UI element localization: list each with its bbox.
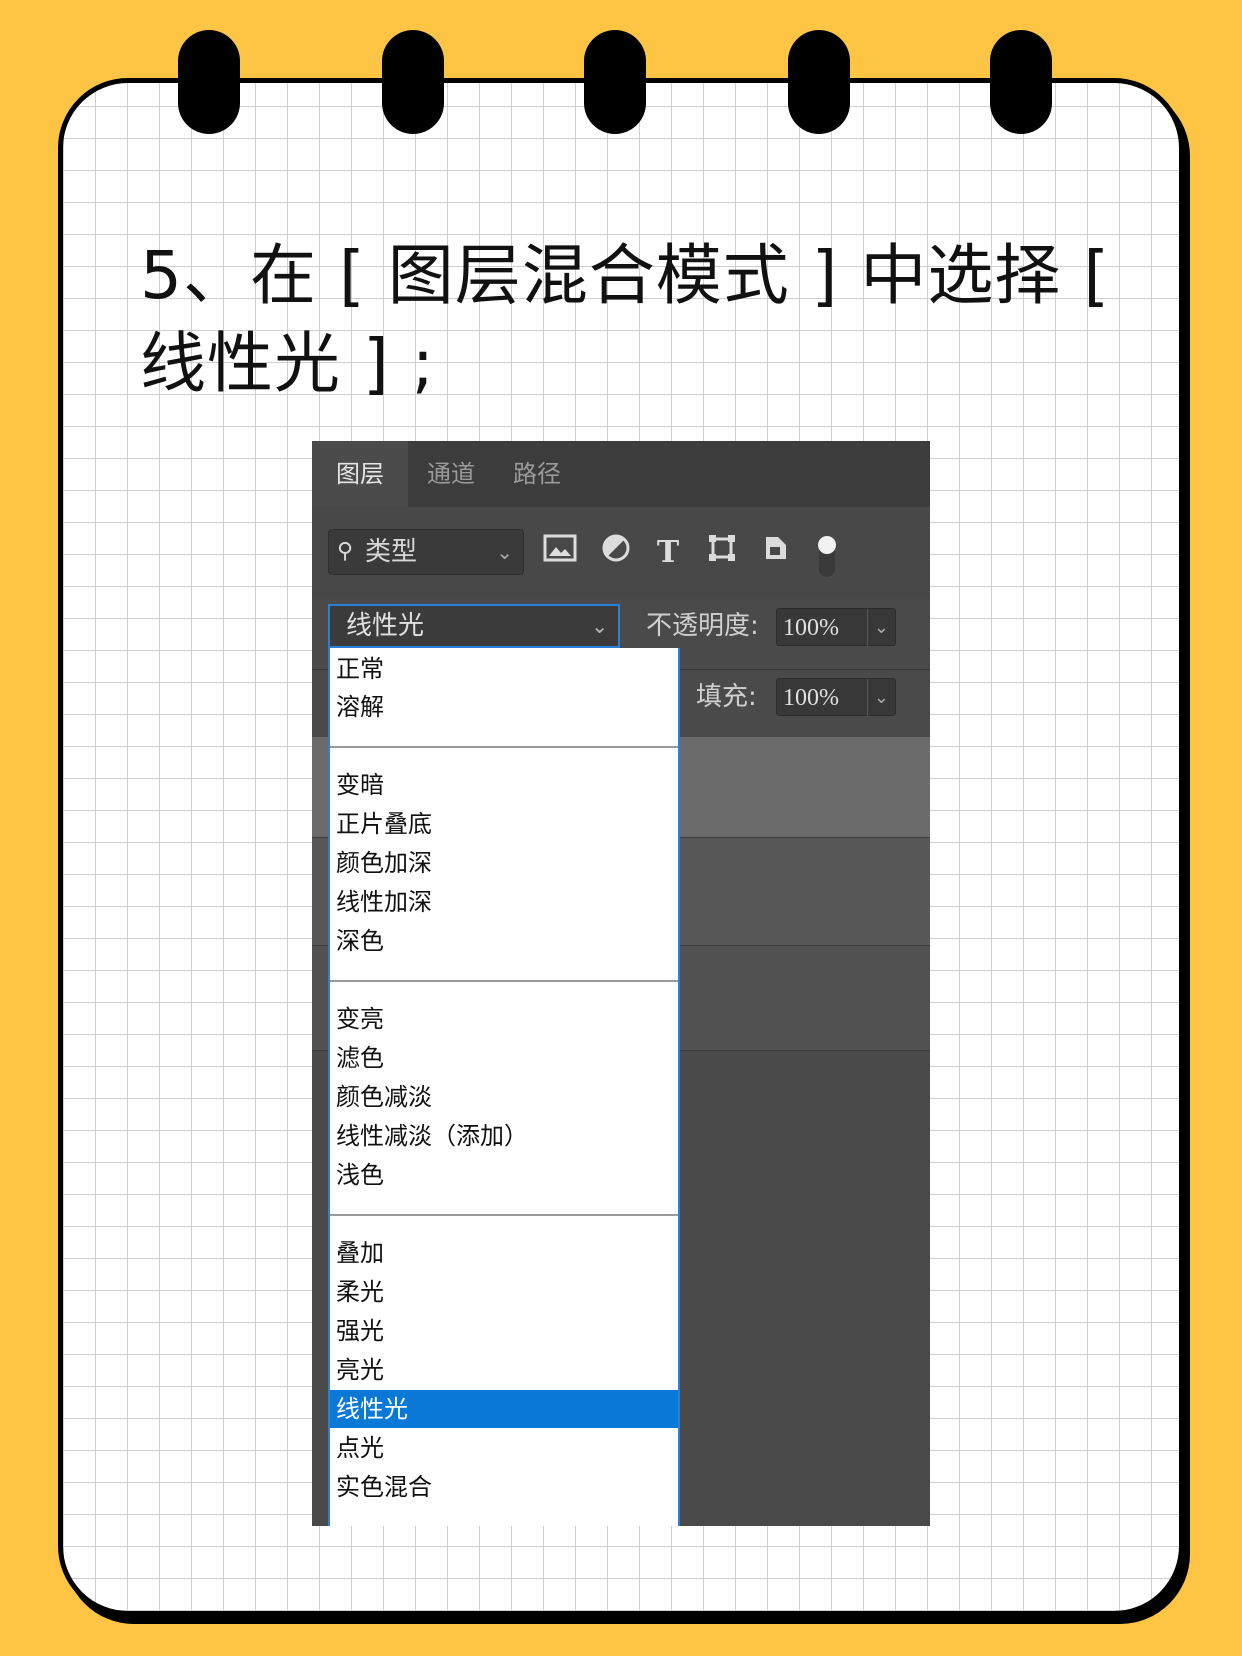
- tab-paths[interactable]: 路径: [494, 441, 580, 507]
- blend-mode-value: 线性光: [346, 611, 425, 641]
- chevron-down-icon: ⌄: [591, 614, 608, 638]
- blend-option[interactable]: 叠加: [336, 1234, 384, 1272]
- opacity-label: 不透明度:: [646, 611, 759, 641]
- blend-option[interactable]: 强光: [336, 1312, 384, 1350]
- fill-value: 100%: [783, 685, 839, 711]
- image-filter-icon[interactable]: [540, 533, 580, 573]
- blend-option[interactable]: 颜色减淡: [336, 1078, 432, 1116]
- shape-filter-icon[interactable]: [702, 533, 742, 573]
- opacity-input[interactable]: 100% ⌄: [776, 608, 896, 647]
- blend-option[interactable]: 点光: [336, 1429, 384, 1467]
- blend-option[interactable]: 深色: [336, 922, 384, 960]
- blend-option[interactable]: 线性加深: [336, 883, 432, 921]
- adjustment-filter-icon[interactable]: [596, 533, 636, 573]
- filter-toggle-icon[interactable]: [812, 533, 842, 577]
- blend-option[interactable]: 浅色: [336, 1156, 384, 1194]
- blend-option[interactable]: 正片叠底: [336, 805, 432, 843]
- binder-ring: [990, 30, 1052, 134]
- chevron-down-icon: ⌄: [496, 540, 513, 564]
- fill-input[interactable]: 100% ⌄: [776, 678, 896, 717]
- blend-option[interactable]: 线性减淡（添加）: [336, 1117, 528, 1155]
- blend-option[interactable]: 滤色: [336, 1039, 384, 1077]
- search-icon: ⚲: [337, 539, 354, 564]
- blend-option[interactable]: 变亮: [336, 1000, 384, 1038]
- separator: [330, 746, 678, 748]
- filter-kind-select[interactable]: ⚲ 类型 ⌄: [328, 529, 524, 575]
- binder-ring: [788, 30, 850, 134]
- blend-option[interactable]: 颜色加深: [336, 844, 432, 882]
- separator: [330, 1214, 678, 1216]
- layers-panel: 图层 通道 路径 ⚲ 类型 ⌄ T 线性光 ⌄ 不透明度: 100% ⌄ 填充:…: [312, 441, 930, 1526]
- type-filter-icon[interactable]: T: [648, 533, 688, 573]
- blend-option[interactable]: 柔光: [336, 1273, 384, 1311]
- blend-mode-select[interactable]: 线性光 ⌄: [328, 604, 620, 648]
- blend-option[interactable]: 溶解: [336, 688, 384, 726]
- panel-tab-bar: 图层 通道 路径: [312, 441, 930, 507]
- fill-label: 填充:: [696, 682, 757, 712]
- blend-option[interactable]: 正常: [336, 650, 384, 688]
- blend-option[interactable]: 变暗: [336, 766, 384, 804]
- step-title: 5、在 [ 图层混合模式 ] 中选择 [ 线性光 ] ;: [140, 237, 1111, 402]
- opacity-value: 100%: [783, 615, 839, 641]
- blend-mode-dropdown: 正常 溶解 变暗 正片叠底 颜色加深 线性加深 深色 变亮 滤色 颜色减淡 线性…: [328, 648, 680, 1526]
- chevron-down-icon[interactable]: ⌄: [866, 609, 889, 647]
- blend-option[interactable]: 实色混合: [336, 1468, 432, 1506]
- filter-kind-label: 类型: [365, 537, 418, 567]
- blend-option-selected[interactable]: 线性光: [330, 1390, 678, 1428]
- separator: [330, 980, 678, 982]
- tab-layers[interactable]: 图层: [312, 441, 408, 507]
- blend-option[interactable]: 亮光: [336, 1351, 384, 1389]
- binder-ring: [584, 30, 646, 134]
- binder-ring: [178, 30, 240, 134]
- binder-ring: [382, 30, 444, 134]
- smart-object-filter-icon[interactable]: [756, 533, 796, 573]
- tab-channels[interactable]: 通道: [408, 441, 494, 507]
- chevron-down-icon[interactable]: ⌄: [866, 679, 889, 717]
